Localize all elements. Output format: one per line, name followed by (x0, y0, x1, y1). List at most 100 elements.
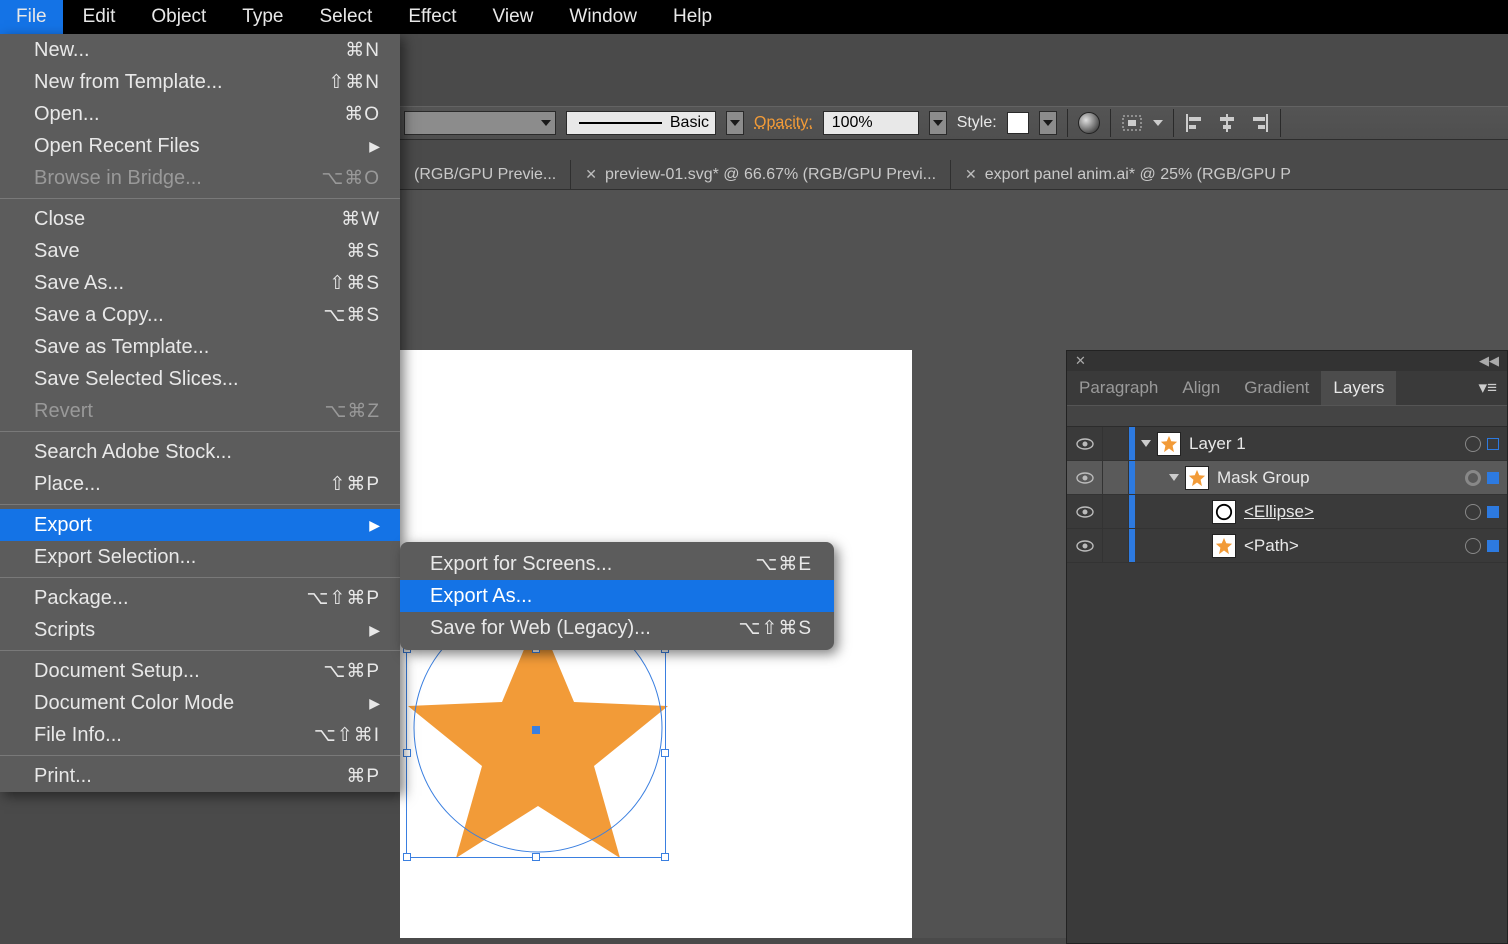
menu-edit[interactable]: Edit (67, 0, 132, 34)
menu-view[interactable]: View (477, 0, 550, 34)
handle[interactable] (532, 853, 540, 861)
stroke-preset[interactable]: Basic (566, 111, 716, 135)
menu-select[interactable]: Select (304, 0, 389, 34)
chevron-down-icon[interactable] (1153, 120, 1163, 126)
eye-icon (1076, 506, 1094, 518)
file-menu-dropdown: New...⌘NNew from Template...⇧⌘NOpen...⌘O… (0, 34, 400, 792)
layer-name[interactable]: Mask Group (1217, 468, 1465, 488)
submenu-item[interactable]: Save for Web (Legacy)...⌥⇧⌘S (400, 612, 834, 644)
layer-row[interactable]: <Ellipse> (1067, 495, 1507, 529)
menu-item[interactable]: Package...⌥⇧⌘P (0, 582, 400, 614)
handle[interactable] (661, 853, 669, 861)
style-drop[interactable] (1039, 111, 1057, 135)
opacity-label[interactable]: Opacity: (754, 114, 813, 132)
menu-help[interactable]: Help (657, 0, 728, 34)
lock-toggle[interactable] (1103, 529, 1129, 562)
visibility-toggle[interactable] (1067, 529, 1103, 562)
submenu-arrow-icon: ▶ (369, 517, 380, 534)
selection-indicator[interactable] (1487, 540, 1499, 552)
menu-item: Revert⌥⌘Z (0, 395, 400, 427)
align-left-icon[interactable] (1184, 114, 1206, 132)
opacity-drop[interactable] (929, 111, 947, 135)
lock-toggle[interactable] (1103, 427, 1129, 460)
menu-item[interactable]: Print...⌘P (0, 760, 400, 792)
doc-tab[interactable]: (RGB/GPU Previe... (400, 160, 570, 189)
disclosure-triangle-icon[interactable] (1169, 474, 1179, 481)
menu-item[interactable]: Export▶ (0, 509, 400, 541)
selection-indicator[interactable] (1487, 438, 1499, 450)
selection-indicator[interactable] (1487, 472, 1499, 484)
submenu-item[interactable]: Export As... (400, 580, 834, 612)
layer-row[interactable]: <Path> (1067, 529, 1507, 563)
layer-name[interactable]: <Ellipse> (1244, 502, 1465, 522)
menu-item-label: Open... (34, 103, 100, 126)
collapse-icon[interactable]: ◀◀ (1479, 353, 1499, 369)
menu-file[interactable]: File (0, 0, 63, 34)
fill-stroke-select[interactable] (404, 111, 556, 135)
handle[interactable] (403, 749, 411, 757)
menu-item-label: Save Selected Slices... (34, 368, 239, 391)
shortcut: ⌘N (345, 39, 380, 62)
stroke-preset-drop[interactable] (726, 111, 744, 135)
panel-menu-icon[interactable]: ▾≡ (1469, 378, 1507, 398)
visibility-toggle[interactable] (1067, 427, 1103, 460)
handle[interactable] (661, 749, 669, 757)
opacity-field[interactable]: 100% (823, 111, 919, 135)
menu-item-label: Save (34, 240, 80, 263)
target-icon[interactable] (1465, 470, 1481, 486)
opacity-value: 100% (832, 114, 873, 132)
tab-align[interactable]: Align (1170, 371, 1232, 405)
panel-header: ✕ ◀◀ (1067, 351, 1507, 371)
shortcut: ⌥⌘E (755, 553, 812, 576)
visibility-toggle[interactable] (1067, 461, 1103, 494)
tab-gradient[interactable]: Gradient (1232, 371, 1321, 405)
close-icon[interactable]: ✕ (1075, 353, 1086, 369)
style-swatch[interactable] (1007, 112, 1029, 134)
menu-item[interactable]: Save As...⇧⌘S (0, 267, 400, 299)
doc-tab[interactable]: ✕export panel anim.ai* @ 25% (RGB/GPU P (950, 160, 1305, 189)
menu-window[interactable]: Window (553, 0, 653, 34)
target-icon[interactable] (1465, 436, 1481, 452)
menu-item[interactable]: Place...⇧⌘P (0, 468, 400, 500)
menu-type[interactable]: Type (226, 0, 299, 34)
menu-object[interactable]: Object (135, 0, 222, 34)
lock-toggle[interactable] (1103, 461, 1129, 494)
menu-effect[interactable]: Effect (392, 0, 472, 34)
menu-item[interactable]: Save⌘S (0, 235, 400, 267)
menu-item[interactable]: Document Color Mode▶ (0, 687, 400, 719)
menu-item[interactable]: Save as Template... (0, 331, 400, 363)
selection-indicator[interactable] (1487, 506, 1499, 518)
tab-paragraph[interactable]: Paragraph (1067, 371, 1170, 405)
align-to-selection-icon[interactable] (1121, 114, 1143, 132)
menu-item[interactable]: Export Selection... (0, 541, 400, 573)
menu-item[interactable]: New...⌘N (0, 34, 400, 66)
submenu-item[interactable]: Export for Screens...⌥⌘E (400, 548, 834, 580)
menu-item[interactable]: File Info...⌥⇧⌘I (0, 719, 400, 751)
handle[interactable] (403, 853, 411, 861)
menu-item[interactable]: Scripts▶ (0, 614, 400, 646)
menu-item[interactable]: Save a Copy...⌥⌘S (0, 299, 400, 331)
menu-item[interactable]: Open Recent Files▶ (0, 130, 400, 162)
target-icon[interactable] (1465, 538, 1481, 554)
lock-toggle[interactable] (1103, 495, 1129, 528)
layer-name[interactable]: Layer 1 (1189, 434, 1465, 454)
close-icon[interactable]: ✕ (965, 166, 977, 183)
tab-layers[interactable]: Layers (1321, 371, 1396, 405)
target-icon[interactable] (1465, 504, 1481, 520)
layer-name[interactable]: <Path> (1244, 536, 1465, 556)
menu-item[interactable]: Close⌘W (0, 203, 400, 235)
menu-item[interactable]: Search Adobe Stock... (0, 436, 400, 468)
layer-row[interactable]: Layer 1 (1067, 427, 1507, 461)
menu-item[interactable]: Save Selected Slices... (0, 363, 400, 395)
align-right-icon[interactable] (1248, 114, 1270, 132)
menu-item[interactable]: New from Template...⇧⌘N (0, 66, 400, 98)
visibility-toggle[interactable] (1067, 495, 1103, 528)
align-hcenter-icon[interactable] (1216, 114, 1238, 132)
menu-item[interactable]: Open...⌘O (0, 98, 400, 130)
close-icon[interactable]: ✕ (585, 166, 597, 183)
menu-item[interactable]: Document Setup...⌥⌘P (0, 655, 400, 687)
recolor-icon[interactable] (1078, 112, 1100, 134)
disclosure-triangle-icon[interactable] (1141, 440, 1151, 447)
doc-tab[interactable]: ✕preview-01.svg* @ 66.67% (RGB/GPU Previ… (570, 160, 950, 189)
layer-row[interactable]: Mask Group (1067, 461, 1507, 495)
